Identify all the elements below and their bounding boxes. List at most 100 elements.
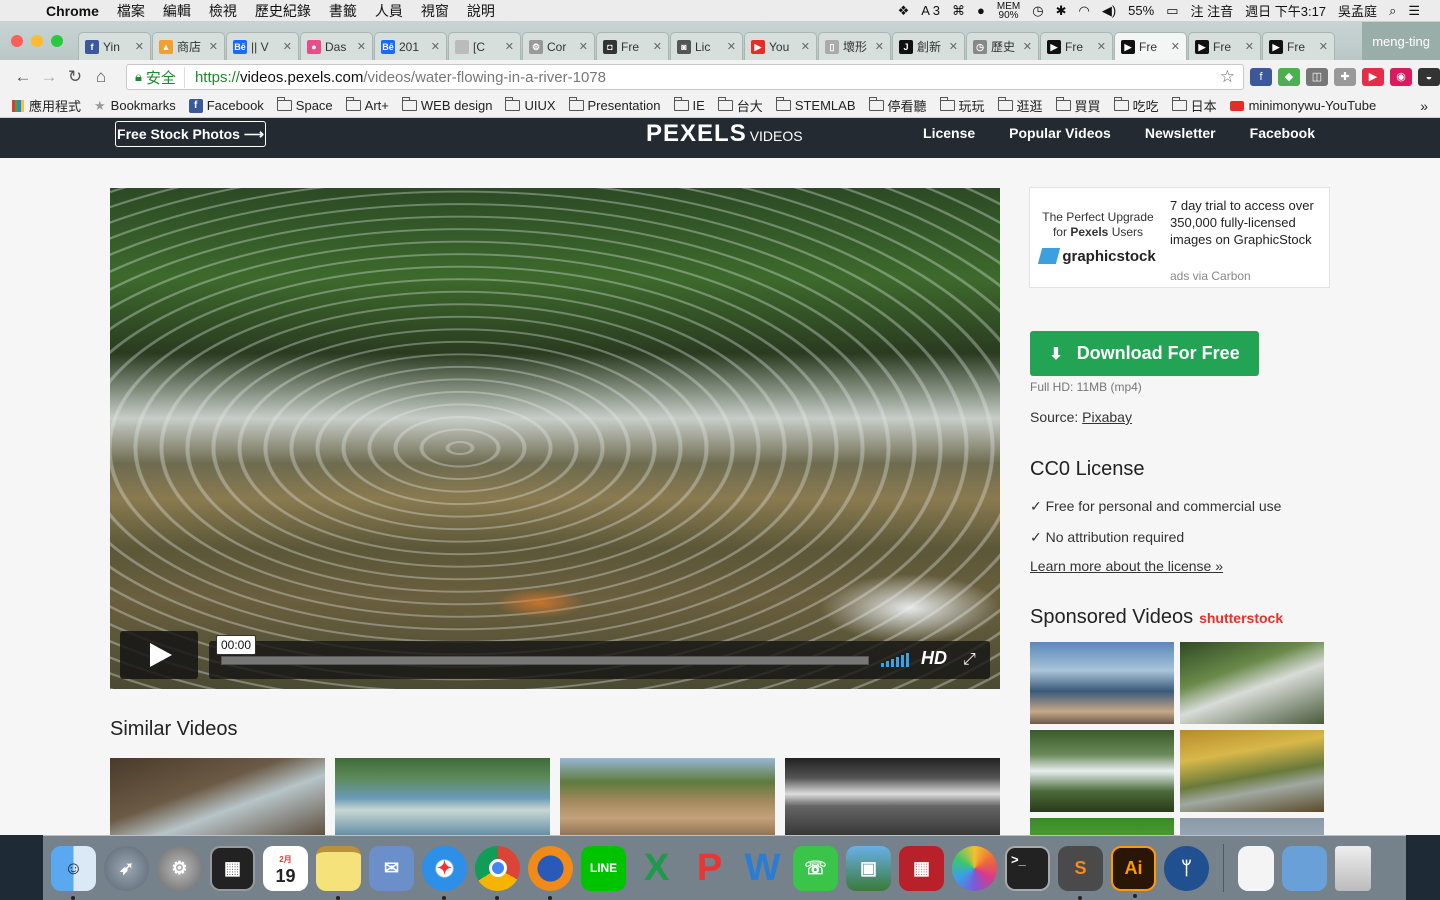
line-icon[interactable]: LINE	[581, 845, 626, 891]
color-picker-extension-icon[interactable]: ◆	[1278, 68, 1300, 86]
finder-icon[interactable]: ☺	[51, 845, 96, 900]
bookmark-folder-browse[interactable]: 逛逛	[997, 96, 1043, 115]
menu-help[interactable]: 說明	[458, 1, 504, 21]
secure-label[interactable]: 安全	[146, 66, 185, 88]
bookmark-bookmarks[interactable]: ★ Bookmarks	[94, 98, 176, 114]
calendar-icon[interactable]: 2月 19	[263, 845, 308, 891]
sponsored-video-thumbnail[interactable]	[1030, 730, 1174, 812]
forward-icon[interactable]: →	[36, 67, 62, 87]
browser-tab[interactable]: ▶ Fre ✕	[1114, 32, 1187, 60]
firefox-icon[interactable]	[528, 845, 573, 900]
address-bar[interactable]: 🔒︎ 安全 https://videos.pexels.com/videos/w…	[126, 64, 1244, 90]
battery-status[interactable]: 55%	[1122, 3, 1160, 18]
bookmark-folder-buy[interactable]: 買買	[1055, 96, 1101, 115]
bookmark-folder-japan[interactable]: 日本	[1171, 96, 1217, 115]
menu-app-chrome[interactable]: Chrome	[42, 3, 108, 19]
close-tab-icon[interactable]: ✕	[1097, 40, 1106, 53]
close-tab-icon[interactable]: ✕	[209, 40, 218, 53]
pexels-videos-logo[interactable]: PEXELS VIDEOS	[646, 120, 803, 148]
bookmark-folder-stemlab[interactable]: STEMLAB	[775, 97, 856, 113]
close-tab-icon[interactable]: ✕	[505, 40, 514, 53]
browser-tab[interactable]: Bē 201 ✕	[374, 32, 447, 60]
menu-history[interactable]: 歷史紀錄	[246, 1, 320, 21]
dropbox-icon[interactable]: ❖	[892, 3, 916, 19]
creative-cloud-icon[interactable]: ⌘	[946, 3, 971, 19]
excel-icon[interactable]: X	[634, 846, 679, 891]
close-tab-icon[interactable]: ✕	[1171, 40, 1180, 53]
bookmark-facebook[interactable]: f Facebook	[188, 98, 264, 113]
close-tab-icon[interactable]: ✕	[875, 40, 884, 53]
close-tab-icon[interactable]: ✕	[1319, 40, 1328, 53]
extension-icon[interactable]: ◫	[1306, 68, 1328, 86]
facebook-extension-icon[interactable]: f	[1250, 68, 1272, 86]
browser-tab[interactable]: ◙ Lic ✕	[670, 32, 743, 60]
illustrator-icon[interactable]: Ai	[1111, 845, 1156, 898]
similar-video-thumbnail[interactable]	[335, 758, 550, 835]
bookmark-star-icon[interactable]: ☆	[1220, 67, 1235, 87]
lock-icon[interactable]: 🔒︎	[135, 69, 142, 85]
document-icon[interactable]	[1238, 845, 1274, 891]
volume-icon[interactable]: ◀)	[1096, 3, 1122, 19]
nav-link-newsletter[interactable]: Newsletter	[1145, 125, 1216, 141]
close-tab-icon[interactable]: ✕	[1245, 40, 1254, 53]
bookmark-youtube[interactable]: minimonywu-YouTube	[1229, 98, 1376, 113]
spotlight-search-icon[interactable]: ⌕	[1383, 3, 1402, 19]
free-stock-photos-button[interactable]: Free Stock Photos ⟶	[115, 121, 266, 147]
browser-tab[interactable]: ⚙ Cor ✕	[522, 32, 595, 60]
bookmark-folder-uiux[interactable]: UIUX	[505, 97, 556, 113]
powerpoint-icon[interactable]: P	[687, 846, 732, 891]
close-tab-icon[interactable]: ✕	[357, 40, 366, 53]
menu-window[interactable]: 視窗	[412, 1, 458, 21]
close-tab-icon[interactable]: ✕	[949, 40, 958, 53]
bookmarks-more-icon[interactable]: »	[1420, 98, 1428, 114]
source-link[interactable]: Pixabay	[1082, 409, 1132, 425]
facetime-icon[interactable]: ☏	[793, 845, 838, 891]
ads-via-carbon[interactable]: ads via Carbon	[1170, 269, 1251, 283]
learn-more-license-link[interactable]: Learn more about the license »	[1030, 558, 1223, 574]
bookmark-folder-play[interactable]: 玩玩	[939, 96, 985, 115]
close-tab-icon[interactable]: ✕	[431, 40, 440, 53]
maximize-window-icon[interactable]	[51, 35, 63, 47]
browser-tab[interactable]: [C ✕	[448, 32, 521, 60]
browser-tab[interactable]: ● Das ✕	[300, 32, 373, 60]
volume-icon[interactable]	[881, 653, 909, 667]
play-button[interactable]	[120, 631, 198, 679]
close-tab-icon[interactable]: ✕	[727, 40, 736, 53]
trash-icon[interactable]	[1335, 845, 1371, 891]
shutterstock-logo[interactable]: shutterstock	[1199, 610, 1283, 626]
sponsored-video-thumbnail[interactable]	[1180, 730, 1324, 812]
puzzle-extension-icon[interactable]: ✚	[1334, 68, 1356, 86]
photo-booth-icon[interactable]: ▣	[846, 845, 891, 891]
nav-link-popular-videos[interactable]: Popular Videos	[1009, 125, 1111, 141]
notification-center-icon[interactable]: ☰	[1402, 3, 1426, 19]
system-preferences-icon[interactable]: ⚙	[157, 845, 202, 891]
photos-icon[interactable]	[952, 845, 997, 891]
photo-icon[interactable]: ▦	[899, 845, 944, 891]
bookmark-folder-eat[interactable]: 吃吃	[1113, 96, 1159, 115]
sponsored-video-thumbnail[interactable]	[1180, 642, 1324, 724]
reload-icon[interactable]: ↻	[62, 67, 88, 87]
close-tab-icon[interactable]: ✕	[283, 40, 292, 53]
browser-tab[interactable]: ▶ Fre ✕	[1262, 32, 1335, 60]
applications-folder-icon[interactable]	[1282, 845, 1327, 891]
video-extension-icon[interactable]: ▶	[1362, 68, 1384, 86]
menu-view[interactable]: 檢視	[200, 1, 246, 21]
profile-button[interactable]: meng-ting	[1362, 22, 1440, 60]
bookmark-folder-space[interactable]: Space	[276, 97, 333, 113]
ghost-extension-icon[interactable]: ◒	[1418, 68, 1440, 86]
word-icon[interactable]: W	[740, 846, 785, 891]
sourcetree-icon[interactable]: ᛘ	[1164, 845, 1209, 891]
bookmark-folder-presentation[interactable]: Presentation	[568, 97, 661, 113]
video-player[interactable]: 00:00 HD ⤢	[110, 188, 1000, 689]
preview-icon[interactable]: ✉	[369, 845, 414, 891]
nav-link-facebook[interactable]: Facebook	[1250, 125, 1315, 141]
bookmark-apps[interactable]: 應用程式	[12, 96, 81, 115]
browser-tab[interactable]: ▶ You ✕	[744, 32, 817, 60]
bookmark-folder-art[interactable]: Art+	[345, 97, 389, 113]
wifi-icon[interactable]: ◠	[1072, 3, 1095, 19]
carbon-ad[interactable]: The Perfect Upgrade for Pexels Users gra…	[1029, 187, 1330, 288]
similar-video-thumbnail[interactable]	[560, 758, 775, 835]
minimize-window-icon[interactable]	[31, 35, 43, 47]
bookmark-folder-watch[interactable]: 停看聽	[868, 96, 927, 115]
dark-circle-icon[interactable]: ●	[971, 3, 991, 18]
